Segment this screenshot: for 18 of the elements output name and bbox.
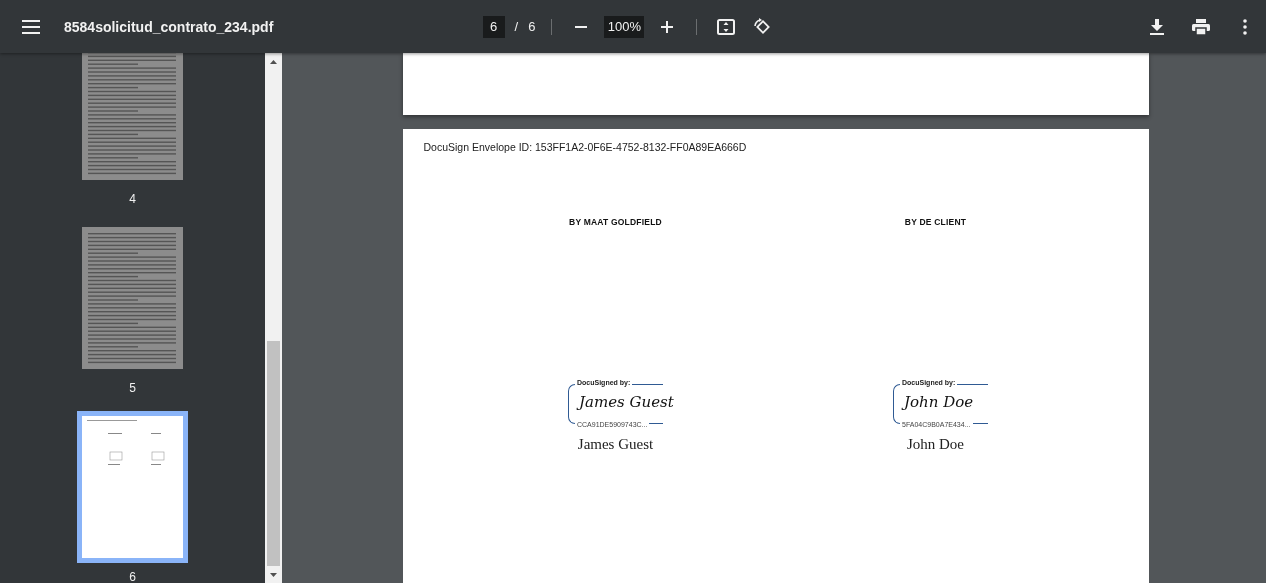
page-number-field[interactable]: 6 [482,15,505,38]
page-number-label: 4 [129,192,136,206]
signer-heading: BY MAAT GOLDFIELD [569,217,662,227]
envelope-id: DocuSign Envelope ID: 153FF1A2-0F6E-4752-8132-FF0A89EA666D [423,141,747,153]
page-thumbnail[interactable] [82,53,183,180]
page-total: 6 [528,19,536,34]
scrollbar[interactable] [265,53,282,583]
page-number-label: 6 [129,570,136,583]
page-number-label: 5 [129,381,136,395]
scrollbar-thumb[interactable] [267,341,280,566]
zoom-field[interactable]: 100% [604,15,645,38]
signer-name: John Doe [906,436,965,453]
file-title: 8584solicitud_contrato_234.pdf [64,18,274,35]
page-separator: / [514,19,519,34]
signer-heading: BY DE CLIENT [904,217,967,227]
page-thumbnail[interactable] [82,227,183,369]
signer-name: James Guest [577,436,654,453]
page-thumbnail[interactable] [77,411,188,563]
